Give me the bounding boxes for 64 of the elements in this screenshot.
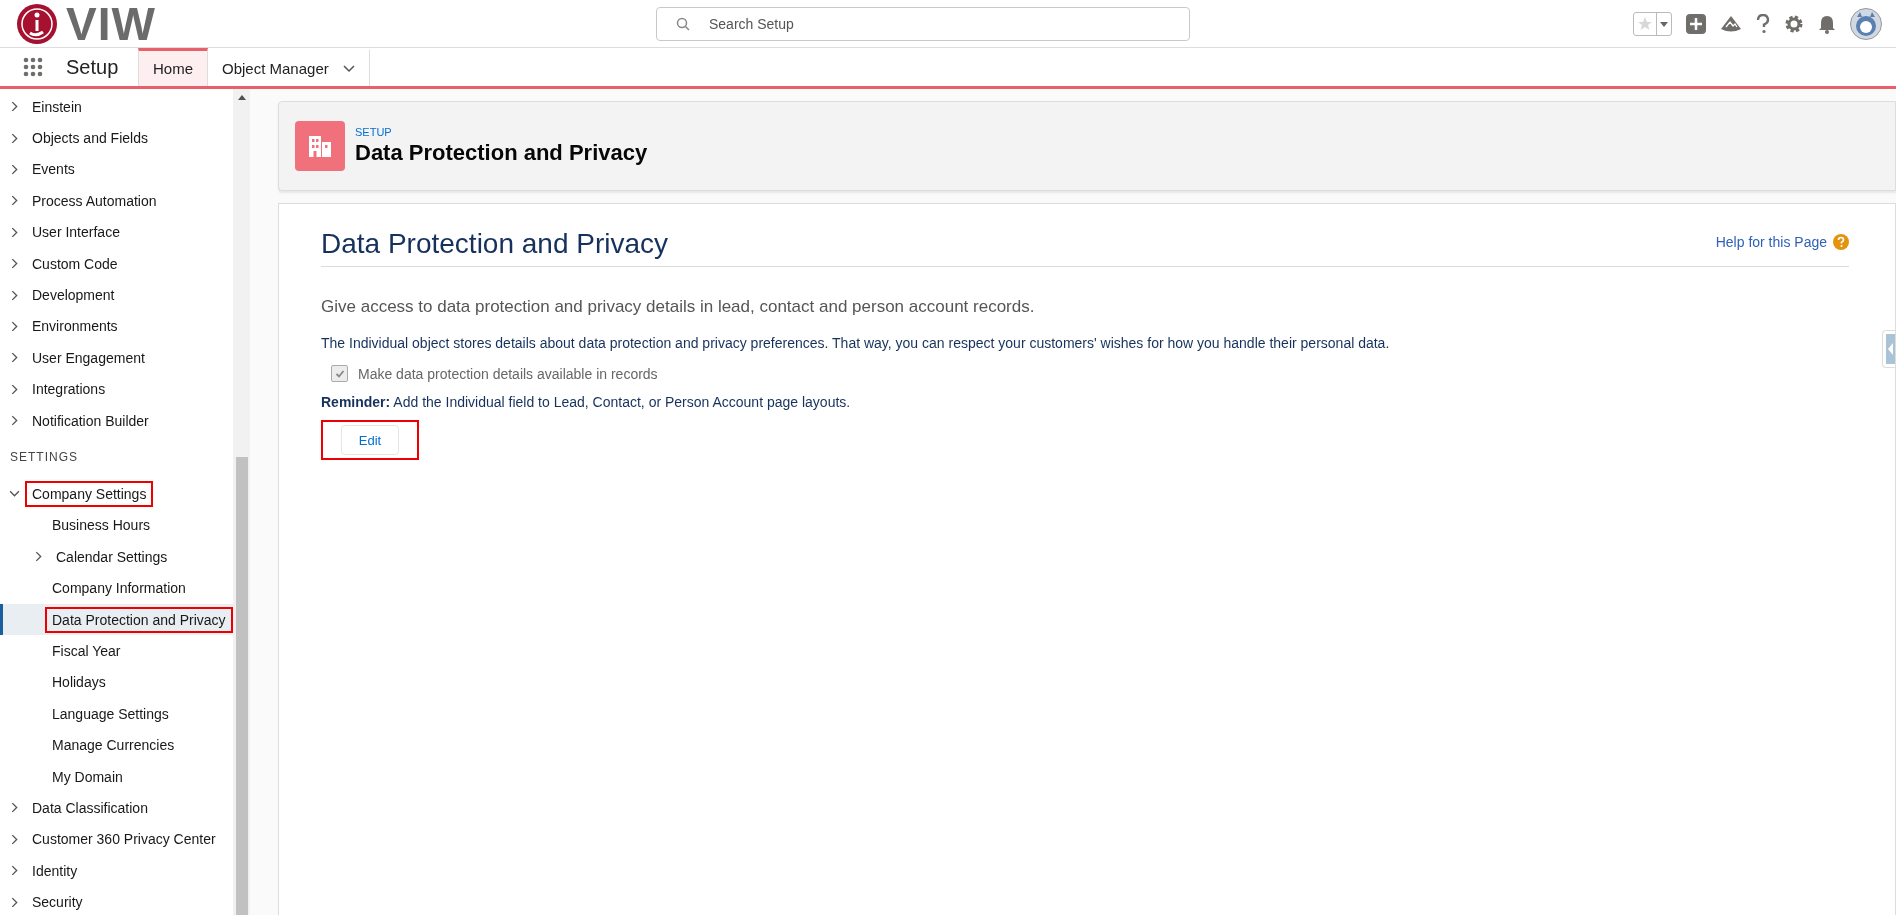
- sidebar-item[interactable]: Calendar Settings: [0, 541, 233, 573]
- sidebar-item[interactable]: Company Information: [0, 572, 233, 604]
- sidebar-item[interactable]: Business Hours: [0, 509, 233, 542]
- sidebar-item-label: Business Hours: [51, 516, 152, 536]
- sidebar-item-label: Manage Currencies: [51, 736, 176, 756]
- sidebar-item[interactable]: Security: [0, 886, 233, 915]
- sidebar-item-label: Development: [31, 286, 116, 306]
- sidebar-heading: SETTINGS: [9, 449, 79, 467]
- sidebar-item-label: Security: [31, 893, 84, 913]
- sidebar-item-label: Objects and Fields: [31, 129, 149, 149]
- sidebar-item-label: Holidays: [51, 673, 107, 693]
- sidebar-item-label: Process Automation: [31, 191, 158, 211]
- logo-text: VIW: [66, 0, 156, 51]
- sidebar-item-label: Company Information: [51, 579, 187, 599]
- breadcrumb-label: SETUP: [355, 126, 393, 138]
- sidebar-item[interactable]: Fiscal Year: [0, 635, 233, 667]
- sidebar-item[interactable]: Holidays: [0, 666, 233, 699]
- sidebar-item-label: User Engagement: [31, 348, 146, 368]
- sidebar-item-label: Language Settings: [51, 704, 170, 724]
- sidebar-item-label: Calendar Settings: [55, 547, 169, 567]
- sidebar-item-label: Events: [31, 160, 76, 180]
- sidebar-item[interactable]: User Engagement: [0, 342, 233, 374]
- nav-tab[interactable]: Home: [138, 48, 208, 86]
- sidebar-item[interactable]: Einstein: [0, 91, 233, 123]
- sidebar-item[interactable]: Process Automation: [0, 185, 233, 217]
- sidebar-item-label: Data Classification: [31, 798, 149, 818]
- sidebar-item[interactable]: Notification Builder: [0, 404, 233, 437]
- checkbox-label: Make data protection details available in records: [358, 365, 658, 382]
- intro-text: Give access to data protection and privacy details in lead, contact and person account records.: [321, 297, 1036, 317]
- sidebar-item-label: Einstein: [31, 97, 83, 117]
- sidebar-item[interactable]: Objects and Fields: [0, 122, 233, 154]
- sidebar-item[interactable]: Manage Currencies: [0, 729, 233, 761]
- help-link[interactable]: Help for this Page: [1715, 234, 1849, 250]
- sidebar-item[interactable]: Environments: [0, 310, 233, 343]
- sidebar-item-label: Custom Code: [31, 254, 119, 274]
- sidebar-item-label: Notification Builder: [31, 411, 150, 431]
- sidebar-item-label: Data Protection and Privacy: [48, 609, 230, 630]
- section-title: Data Protection and Privacy: [321, 228, 669, 260]
- sidebar-item-label: Integrations: [31, 380, 107, 400]
- sidebar-item[interactable]: Company Settings: [0, 478, 233, 510]
- reminder-text: Reminder: Add the Individual field to Lead, Contact, or Person Account page layouts.: [321, 394, 852, 410]
- edit-button[interactable]: Edit: [341, 425, 399, 455]
- search-field[interactable]: Search Setup: [656, 6, 1190, 41]
- sidebar-item[interactable]: Development: [0, 279, 233, 311]
- page-title: Data Protection and Privacy: [355, 140, 648, 166]
- sidebar-item[interactable]: My Domain: [0, 760, 233, 793]
- sidebar-item[interactable]: Custom Code: [0, 247, 233, 280]
- sidebar-item-label: User Interface: [31, 223, 121, 243]
- sidebar-item[interactable]: Language Settings: [0, 698, 233, 730]
- sidebar-item[interactable]: Data Protection and Privacy: [0, 603, 233, 636]
- sidebar-item-label: Identity: [31, 861, 79, 881]
- sidebar-item[interactable]: Customer 360 Privacy Center: [0, 823, 233, 855]
- sidebar-item-label: Fiscal Year: [51, 641, 122, 661]
- description-text: The Individual object stores details about data protection and privacy preferences. That way, you can respect your customers' wishes for how you handle their personal data.: [321, 335, 1391, 351]
- sidebar-item[interactable]: Integrations: [0, 373, 233, 405]
- sidebar-item[interactable]: Data Classification: [0, 792, 233, 824]
- sidebar-item[interactable]: Events: [0, 153, 233, 186]
- sidebar-item-label: My Domain: [51, 767, 124, 787]
- sidebar-item-label: Environments: [31, 317, 119, 337]
- sidebar-item-label: Customer 360 Privacy Center: [31, 830, 217, 850]
- sidebar-item[interactable]: User Interface: [0, 216, 233, 248]
- sidebar-item[interactable]: Identity: [0, 855, 233, 887]
- sidebar-item-label: Company Settings: [28, 484, 151, 504]
- app-name: Setup: [66, 54, 120, 80]
